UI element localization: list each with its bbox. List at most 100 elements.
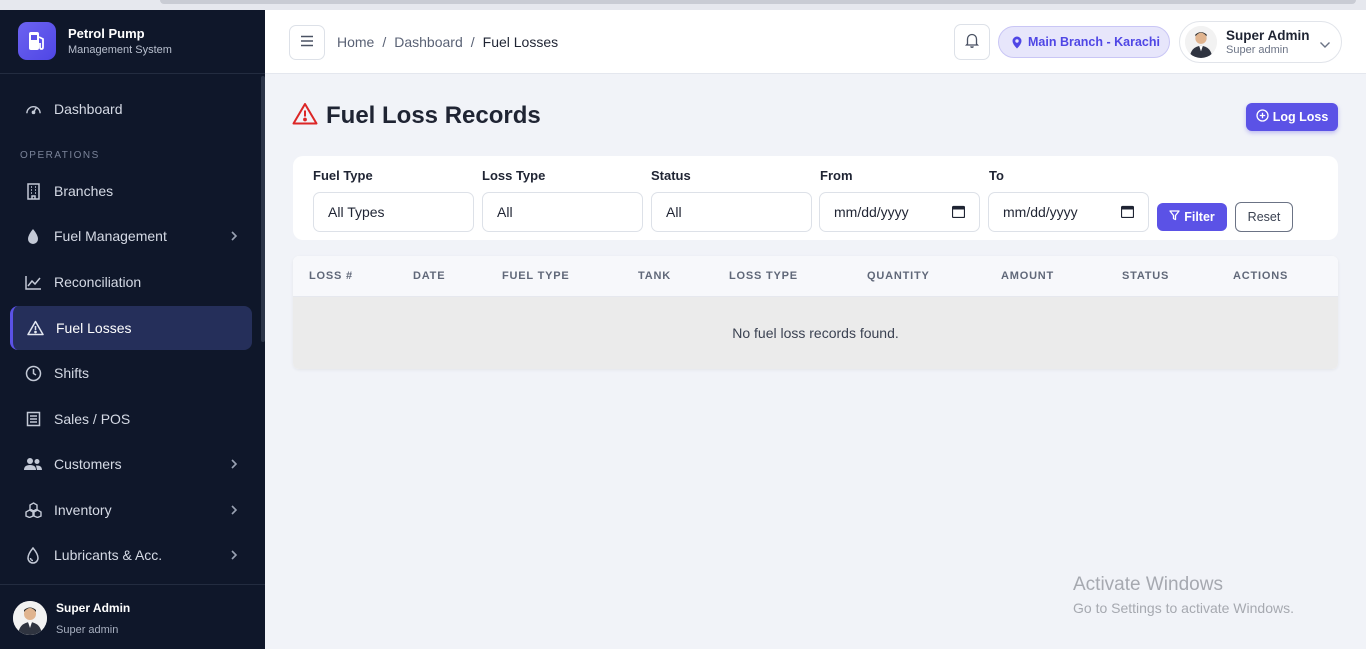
users-icon [24,455,42,473]
status-value: All [666,204,682,220]
avatar [13,601,47,635]
sidebar-user[interactable]: Super Admin Super admin [0,584,265,649]
empty-state-row: No fuel loss records found. [293,297,1338,369]
chevron-down-icon [1319,36,1331,54]
warning-icon [26,319,44,337]
loss-type-value: All [497,204,513,220]
sidebar-item-label: Sales / POS [54,411,131,427]
column-header-actions: ACTIONS [1233,270,1289,282]
sidebar-item-label: Fuel Management [54,228,167,244]
horizontal-scrollbar[interactable] [160,0,1356,4]
droplet-icon [24,227,42,245]
from-date-input[interactable]: mm/dd/yyyy [819,192,980,232]
sidebar-item-label: Shifts [54,365,90,381]
user-menu[interactable]: Super Admin Super admin [1179,21,1342,63]
sidebar-item-reconciliation[interactable]: Reconciliation [10,260,252,304]
sidebar-item-lubricants[interactable]: Lubricants & Acc. [10,533,252,577]
menu-toggle-button[interactable] [289,25,325,60]
brand-title: Petrol Pump [68,26,145,41]
column-header-tank[interactable]: TANK [638,270,671,282]
filter-panel: Fuel Type All Types Loss Type All Status… [293,156,1338,240]
boxes-icon [24,501,42,519]
funnel-icon [1169,210,1180,224]
sidebar-item-shifts[interactable]: Shifts [10,351,252,395]
calendar-icon[interactable] [951,205,966,221]
sidebar-item-label: Reconciliation [54,274,142,290]
hamburger-icon [300,34,314,52]
from-date-placeholder: mm/dd/yyyy [834,204,909,220]
fuel-type-label: Fuel Type [313,168,373,183]
chevron-right-icon [230,548,238,564]
status-label: Status [651,168,691,183]
sidebar-item-sales-pos[interactable]: Sales / POS [10,397,252,441]
clock-icon [24,364,42,382]
filter-button[interactable]: Filter [1157,203,1227,231]
oil-drop-icon [24,546,42,564]
to-date-placeholder: mm/dd/yyyy [1003,204,1078,220]
fuel-type-value: All Types [328,204,385,220]
column-header-loss-type[interactable]: LOSS TYPE [729,270,798,282]
user-role: Super admin [1226,44,1289,56]
loss-type-select[interactable]: All [482,192,643,232]
column-header-amount[interactable]: AMOUNT [1001,270,1054,282]
avatar [1185,26,1217,58]
watermark-title: Activate Windows [1073,574,1223,595]
brand[interactable]: Petrol Pump Management System [0,10,265,74]
to-date-input[interactable]: mm/dd/yyyy [988,192,1149,232]
plus-circle-icon [1256,109,1269,125]
sidebar-item-customers[interactable]: Customers [10,442,252,486]
breadcrumb-current: Fuel Losses [482,34,559,50]
topbar: Home / Dashboard / Fuel Losses Main Bran… [265,10,1366,74]
sidebar-item-branches[interactable]: Branches [10,169,252,213]
column-header-quantity[interactable]: QUANTITY [867,270,930,282]
sidebar-item-label: Branches [54,183,114,199]
sidebar-item-fuel-losses[interactable]: Fuel Losses [10,306,252,350]
sidebar-item-fuel-management[interactable]: Fuel Management [10,214,252,258]
log-loss-label: Log Loss [1272,110,1329,124]
breadcrumb-dashboard[interactable]: Dashboard [394,34,463,50]
branch-selector[interactable]: Main Branch - Karachi [998,26,1170,58]
sidebar-item-label: Dashboard [54,101,123,117]
calendar-icon[interactable] [1120,205,1135,221]
column-header-loss-number[interactable]: LOSS # [309,270,353,282]
sidebar-user-role: Super admin [56,624,119,636]
sidebar-item-label: Customers [54,456,122,472]
status-select[interactable]: All [651,192,812,232]
empty-state-message: No fuel loss records found. [732,325,899,341]
sidebar-item-label: Inventory [54,502,112,518]
bell-icon [964,32,980,53]
watermark-subtitle: Go to Settings to activate Windows. [1073,600,1294,616]
user-name: Super Admin [1226,28,1310,43]
sidebar-scrollbar[interactable] [261,76,265,342]
section-label-operations: OPERATIONS [20,150,100,161]
breadcrumb: Home / Dashboard / Fuel Losses [337,34,558,50]
loss-type-label: Loss Type [482,168,546,183]
sidebar-item-inventory[interactable]: Inventory [10,488,252,532]
gauge-icon [24,100,42,118]
log-loss-button[interactable]: Log Loss [1246,103,1338,131]
column-header-status[interactable]: STATUS [1122,270,1169,282]
column-header-date[interactable]: DATE [413,270,445,282]
from-label: From [820,168,853,183]
sidebar-item-dashboard[interactable]: Dashboard [10,87,252,131]
reset-button[interactable]: Reset [1235,202,1293,232]
sidebar-item-label: Fuel Losses [56,320,132,336]
to-label: To [989,168,1004,183]
brand-subtitle: Management System [68,44,172,56]
fuel-pump-logo-icon [18,22,56,60]
column-header-fuel-type[interactable]: FUEL TYPE [502,270,570,282]
fuel-loss-table: LOSS # DATE FUEL TYPE TANK LOSS TYPE QUA… [293,256,1338,369]
warning-icon [292,102,318,130]
notifications-button[interactable] [954,24,990,60]
breadcrumb-separator: / [382,34,387,50]
branch-name: Main Branch - Karachi [1028,35,1160,49]
activate-windows-watermark: Activate Windows Go to Settings to activ… [1073,574,1294,616]
breadcrumb-home[interactable]: Home [337,34,374,50]
chart-line-icon [24,273,42,291]
chevron-right-icon [230,503,238,519]
chevron-right-icon [230,457,238,473]
window-top-strip [0,0,1366,10]
fuel-type-select[interactable]: All Types [313,192,474,232]
sidebar-item-label: Lubricants & Acc. [54,547,163,563]
map-pin-icon [1012,36,1022,49]
